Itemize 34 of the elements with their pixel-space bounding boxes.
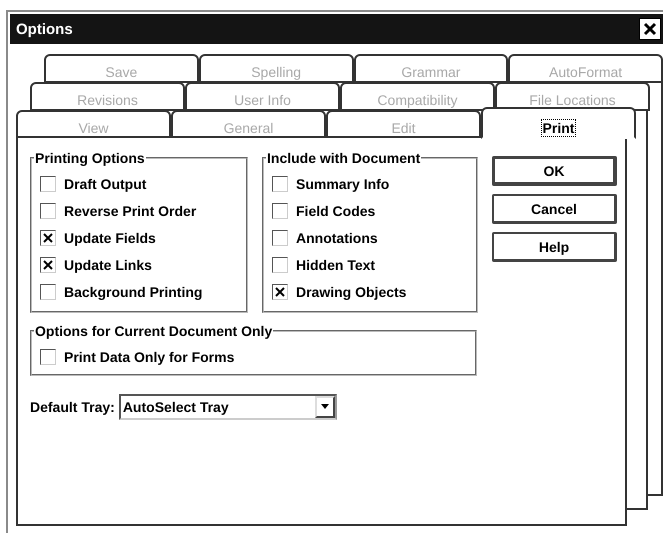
checkbox[interactable] [272, 230, 288, 246]
checkbox-label[interactable]: Summary Info [296, 176, 390, 192]
checkbox[interactable] [40, 256, 56, 272]
checkbox[interactable] [40, 230, 56, 246]
checkbox[interactable] [272, 176, 288, 192]
tray-dropdown[interactable]: AutoSelect Tray [118, 394, 337, 420]
checkbox[interactable] [40, 348, 56, 364]
checkbox[interactable] [40, 176, 56, 192]
field-label: Default Tray: [30, 399, 115, 415]
window-title: Options [16, 20, 73, 38]
checkbox-label[interactable]: Reverse Print Order [64, 202, 196, 218]
checkbox-label[interactable]: Hidden Text [296, 256, 376, 272]
checkbox[interactable] [40, 284, 56, 300]
checkbox-label[interactable]: Field Codes [296, 202, 376, 218]
checkbox-label[interactable]: Print Data Only for Forms [64, 348, 234, 364]
group-title: Options for Current Document Only [34, 323, 274, 339]
dialog-button[interactable]: Cancel [492, 194, 617, 224]
checkbox[interactable] [272, 284, 288, 300]
dialog-button[interactable]: Help [492, 232, 617, 262]
dialog-button[interactable]: OK [492, 156, 617, 186]
checkbox[interactable] [272, 256, 288, 272]
checkbox[interactable] [272, 202, 288, 218]
tab[interactable]: Print [481, 107, 636, 139]
checkbox-label[interactable]: Update Links [64, 256, 152, 272]
checkbox-label[interactable]: Background Printing [64, 284, 202, 300]
close-icon [643, 22, 657, 36]
checkbox-label[interactable]: Update Fields [64, 230, 156, 246]
checkbox-label[interactable]: Draft Output [64, 176, 146, 192]
checkbox[interactable] [40, 202, 56, 218]
checkbox-label[interactable]: Drawing Objects [296, 284, 406, 300]
group-title: Include with Document [266, 150, 422, 166]
checkbox-label[interactable]: Annotations [296, 230, 378, 246]
group-title: Printing Options [34, 150, 146, 166]
close-button[interactable] [639, 18, 661, 40]
